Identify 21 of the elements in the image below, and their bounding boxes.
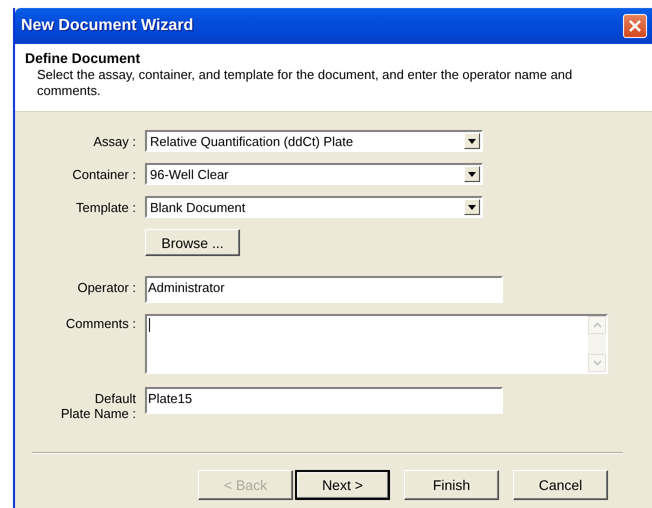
text-field[interactable]: Administrator [145,276,503,303]
field-label: Container : [72,166,136,182]
step-description: Select the assay, container, and template for the document, and enter the operator name and comments. [36,67,574,99]
step-title: Define Document [25,50,142,66]
dropdown-field[interactable]: Blank Document [145,196,483,218]
browse-button[interactable]: Browse ... [145,229,240,256]
close-button[interactable] [623,14,647,38]
wizard-button[interactable]: Next > [295,470,390,500]
close-icon [628,19,642,33]
field-label: Operator : [77,279,136,295]
field-label: Comments : [66,315,136,331]
window-title: New Document Wizard [21,17,194,35]
field-label: Template : [76,199,136,215]
text-field[interactable]: Plate15 [145,387,503,414]
comments-field[interactable] [145,314,608,374]
dropdown-field[interactable]: 96-Well Clear [145,163,483,185]
field-label: Default Plate Name : [60,390,136,421]
dropdown-field[interactable]: Relative Quantification (ddCt) Plate [145,130,483,152]
wizard-button[interactable]: Cancel [513,470,608,500]
field-label: Assay : [93,133,136,149]
wizard-button[interactable]: Finish [404,470,499,500]
